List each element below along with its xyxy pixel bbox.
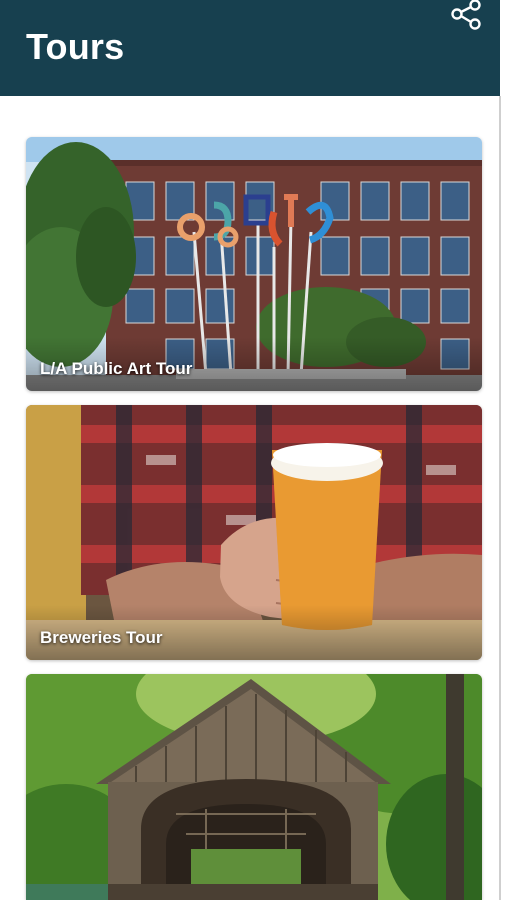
public-art-photo (26, 137, 482, 391)
tour-card-label: L/A Public Art Tour (40, 359, 193, 378)
tour-card-label: Breweries Tour (40, 628, 163, 647)
breweries-photo (26, 405, 482, 660)
scrollbar-track (499, 96, 501, 900)
share-button[interactable] (444, 0, 488, 30)
page-title: Tours (26, 26, 125, 67)
covered-bridge-photo (26, 674, 482, 900)
tour-card-breweries[interactable]: Breweries Tour (26, 405, 482, 660)
app-bar: Tours (0, 0, 500, 96)
tour-card-covered-bridge[interactable] (26, 674, 482, 900)
share-icon (451, 0, 481, 30)
tour-card-public-art[interactable]: L/A Public Art Tour (26, 137, 482, 391)
